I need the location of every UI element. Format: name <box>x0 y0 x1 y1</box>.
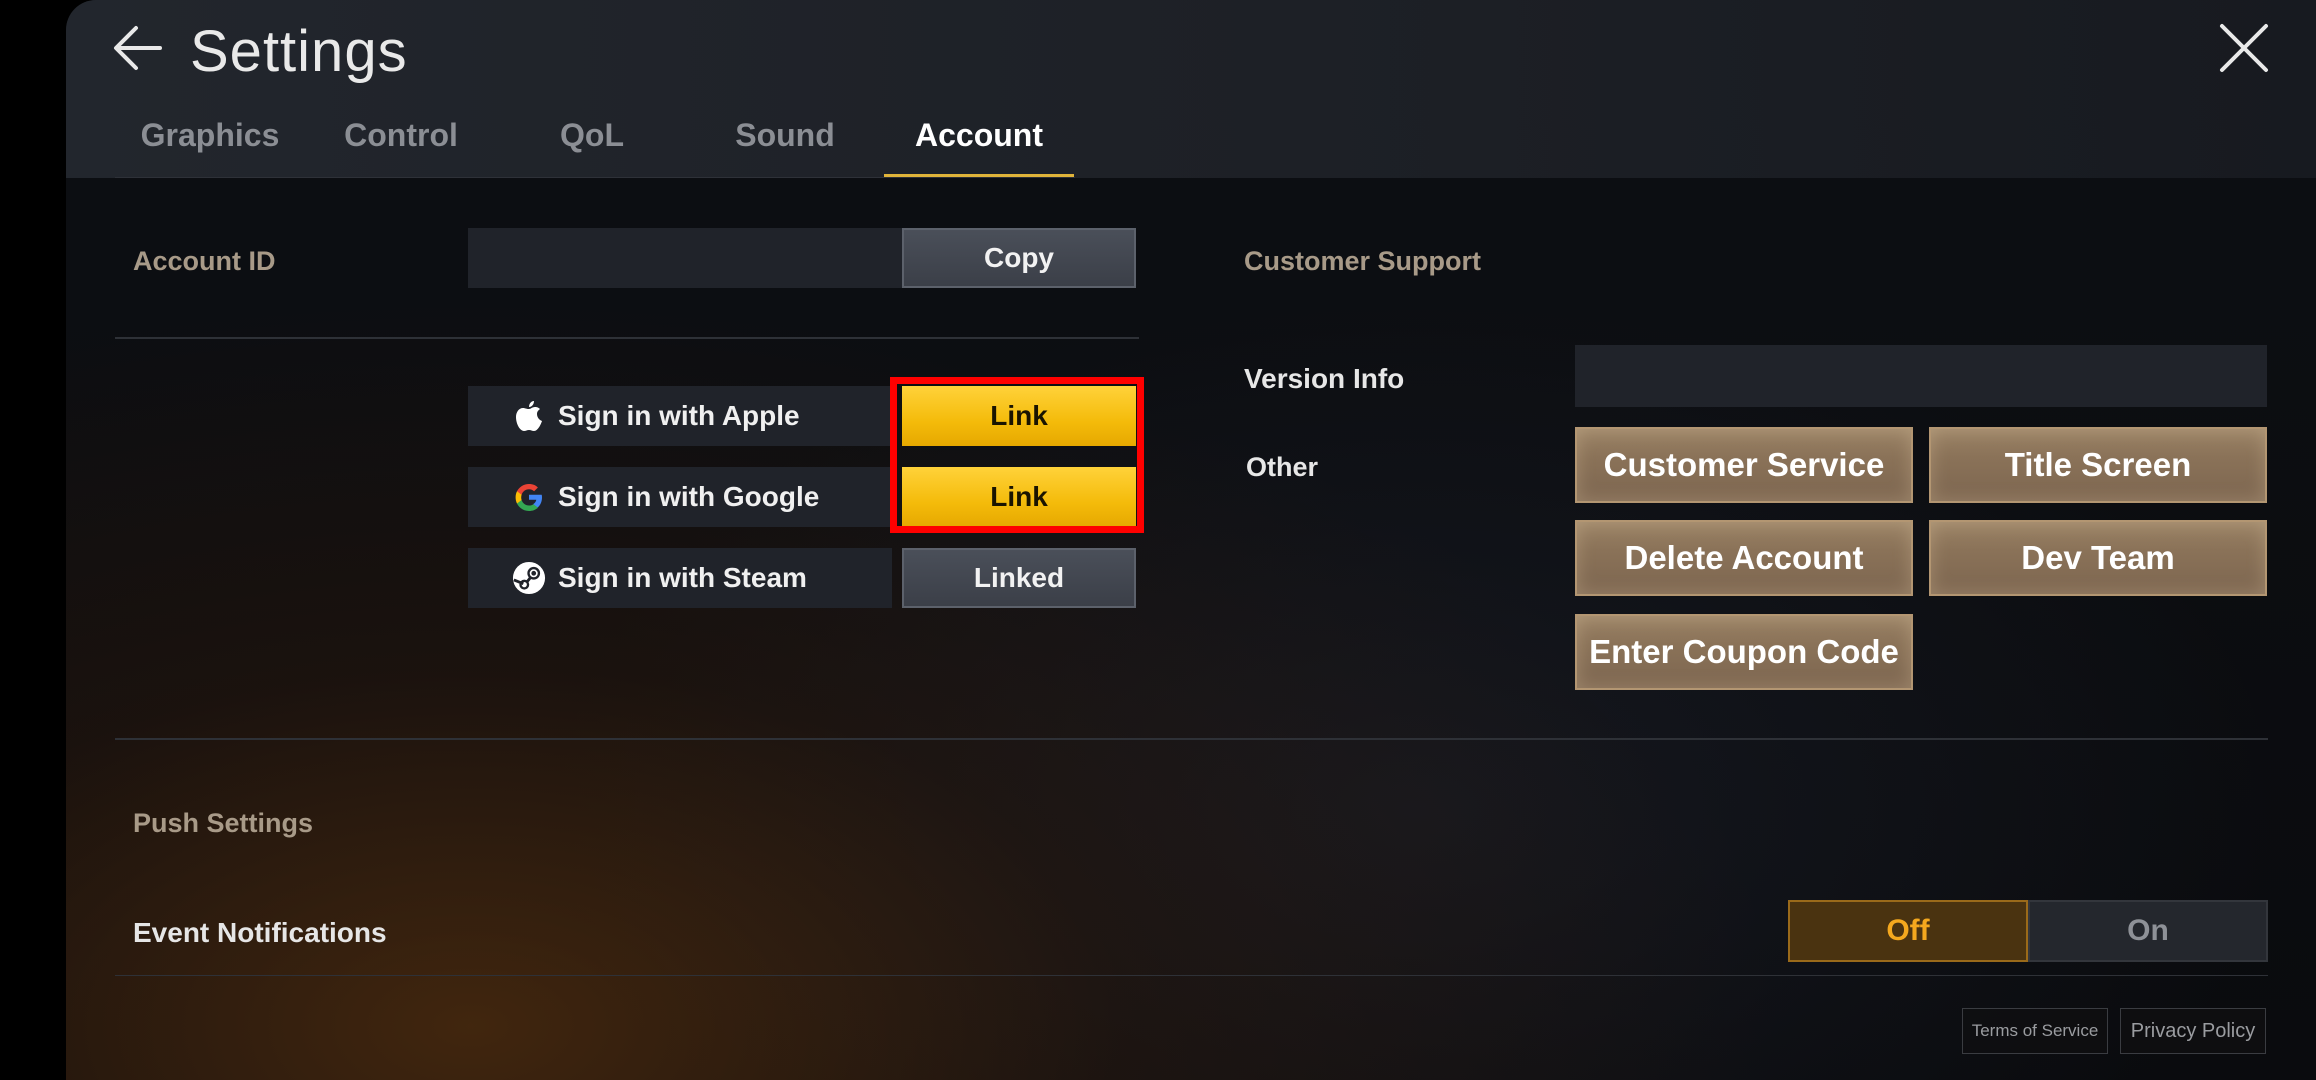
push-divider <box>115 975 2268 976</box>
signin-steam-row: Sign in with Steam <box>468 548 892 608</box>
tab-account[interactable]: Account <box>884 117 1074 154</box>
dev-team-button[interactable]: Dev Team <box>1929 520 2267 596</box>
steam-icon <box>512 561 546 595</box>
enter-coupon-code-button[interactable]: Enter Coupon Code <box>1575 614 1913 690</box>
apple-icon <box>512 399 546 433</box>
event-notifications-on-toggle[interactable]: On <box>2028 900 2268 962</box>
title-screen-button[interactable]: Title Screen <box>1929 427 2267 503</box>
back-arrow-icon[interactable] <box>110 20 166 76</box>
event-notifications-label: Event Notifications <box>133 917 387 948</box>
privacy-policy-button[interactable]: Privacy Policy <box>2120 1008 2266 1054</box>
tab-bar-divider <box>115 177 1075 178</box>
terms-of-service-button[interactable]: Terms of Service <box>1962 1008 2108 1054</box>
active-tab-indicator <box>884 174 1074 177</box>
delete-account-button[interactable]: Delete Account <box>1575 520 1913 596</box>
version-info-field <box>1575 345 2267 407</box>
signin-apple-row: Sign in with Apple <box>468 386 892 446</box>
copy-button[interactable]: Copy <box>902 228 1136 288</box>
tab-control[interactable]: Control <box>306 117 496 154</box>
version-info-label: Version Info <box>1244 363 1405 394</box>
account-divider <box>115 337 1139 339</box>
push-settings-title: Push Settings <box>133 808 314 838</box>
account-id-field <box>468 228 902 288</box>
google-icon <box>512 480 546 514</box>
event-notifications-off-toggle[interactable]: Off <box>1788 900 2028 962</box>
section-divider <box>115 738 2268 740</box>
signin-steam-label: Sign in with Steam <box>558 562 807 593</box>
account-id-label: Account ID <box>133 246 276 276</box>
customer-support-title: Customer Support <box>1244 246 1482 276</box>
signin-google-row: Sign in with Google <box>468 467 892 527</box>
signin-apple-label: Sign in with Apple <box>558 400 800 431</box>
other-label: Other <box>1246 452 1319 482</box>
close-icon[interactable] <box>2218 22 2270 74</box>
tab-qol[interactable]: QoL <box>497 117 687 154</box>
linked-steam-button[interactable]: Linked <box>902 548 1136 608</box>
highlight-box <box>890 377 1144 533</box>
signin-google-label: Sign in with Google <box>558 481 820 512</box>
tab-graphics[interactable]: Graphics <box>115 117 305 154</box>
tab-sound[interactable]: Sound <box>690 117 880 154</box>
page-title: Settings <box>190 19 408 84</box>
customer-service-button[interactable]: Customer Service <box>1575 427 1913 503</box>
